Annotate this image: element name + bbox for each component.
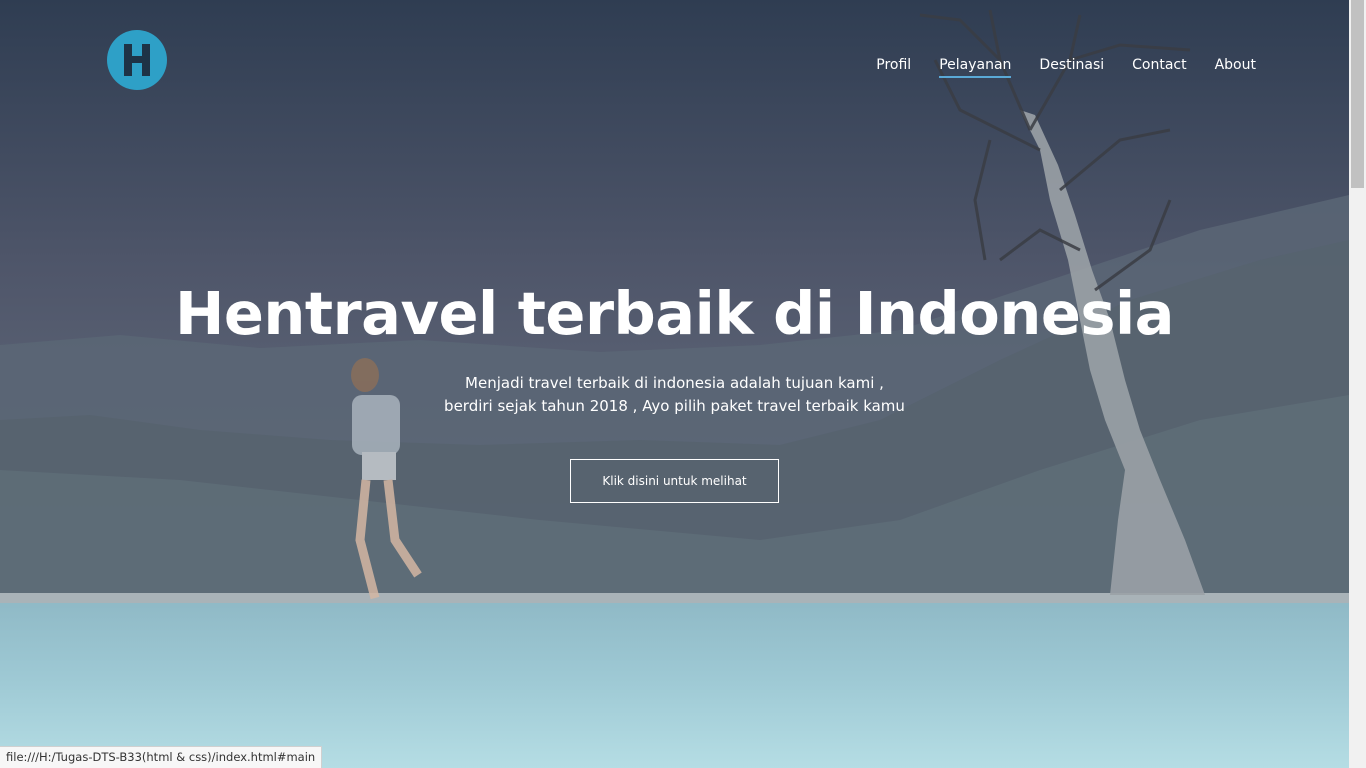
hero-title: Hentravel terbaik di Indonesia bbox=[174, 279, 1175, 348]
nav-item-contact[interactable]: Contact bbox=[1132, 57, 1186, 77]
nav-item-profil[interactable]: Profil bbox=[876, 57, 911, 77]
nav-item-pelayanan[interactable]: Pelayanan bbox=[939, 57, 1012, 78]
vertical-scrollbar[interactable] bbox=[1349, 0, 1366, 768]
main-nav: Profil Pelayanan Destinasi Contact About bbox=[876, 57, 1256, 78]
scrollbar-thumb[interactable] bbox=[1351, 0, 1364, 188]
hero-section: Hentravel terbaik di Indonesia Menjadi t… bbox=[0, 270, 1349, 503]
hero-subtitle: Menjadi travel terbaik di indonesia adal… bbox=[395, 372, 955, 418]
page: Profil Pelayanan Destinasi Contact About… bbox=[0, 0, 1349, 768]
site-header: Profil Pelayanan Destinasi Contact About bbox=[0, 0, 1349, 130]
nav-item-about[interactable]: About bbox=[1215, 57, 1256, 77]
h-logo-icon[interactable] bbox=[107, 30, 167, 90]
hero-subtitle-line-1: Menjadi travel terbaik di indonesia adal… bbox=[465, 374, 884, 392]
nav-item-destinasi[interactable]: Destinasi bbox=[1039, 57, 1104, 77]
browser-status-bar: file:///H:/Tugas-DTS-B33(html & css)/ind… bbox=[0, 746, 323, 768]
cta-button[interactable]: Klik disini untuk melihat bbox=[570, 459, 779, 503]
hero-subtitle-line-2: berdiri sejak tahun 2018 , Ayo pilih pak… bbox=[444, 397, 905, 415]
